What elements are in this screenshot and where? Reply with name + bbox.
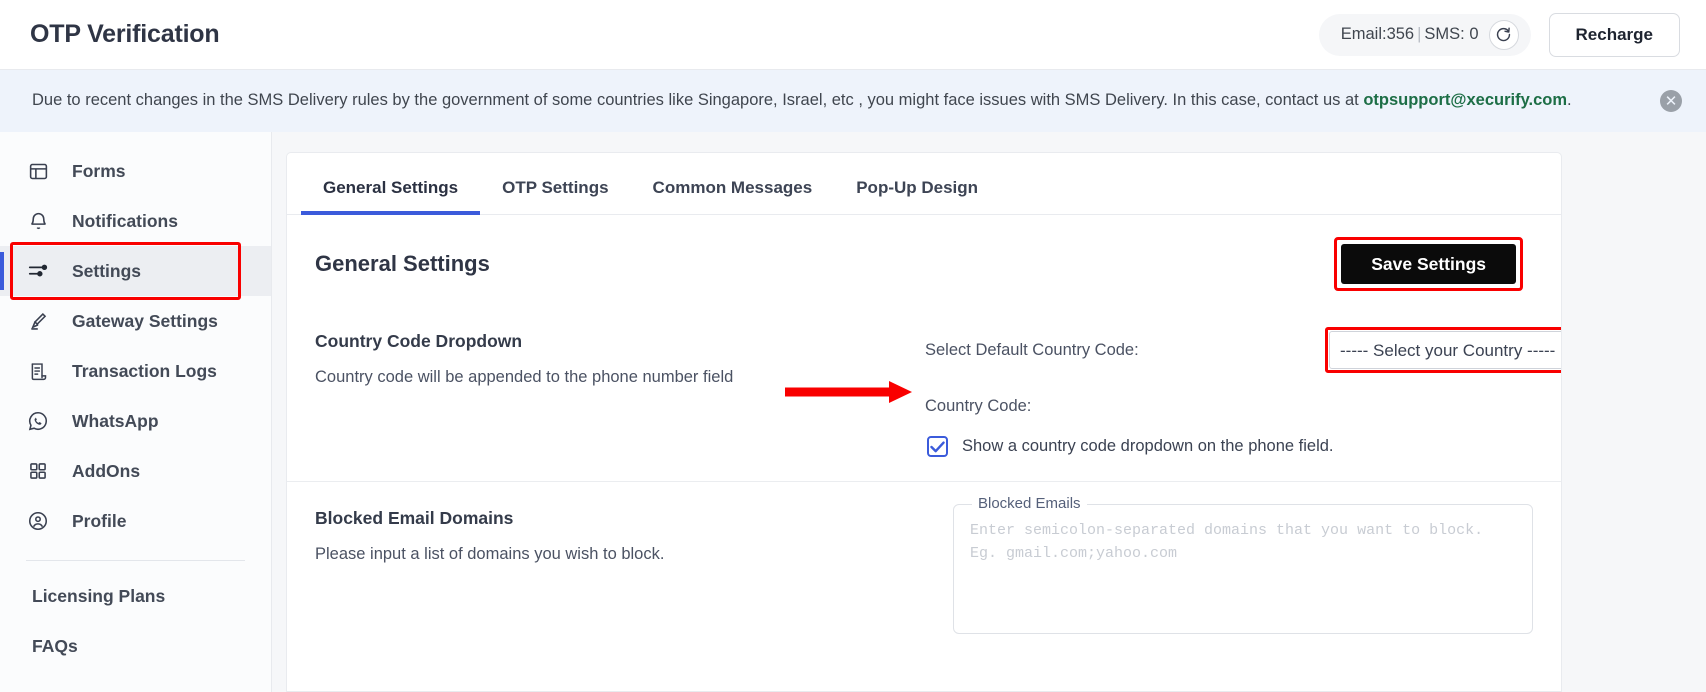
sidebar-item-label: Transaction Logs [72, 360, 217, 381]
country-select-highlight-box: ----- Select your Country ----- [1325, 327, 1561, 373]
sms-notice-banner: Due to recent changes in the SMS Deliver… [0, 70, 1706, 132]
tab-otp-settings[interactable]: OTP Settings [480, 178, 630, 214]
sidebar: Forms Notifications Settings Gateway Set… [0, 132, 272, 692]
default-country-code-label: Select Default Country Code: [925, 340, 1139, 359]
tab-label: Common Messages [652, 178, 813, 197]
country-code-value-field: Country Code: [925, 397, 1561, 416]
credits-pill: Email:356 | SMS: 0 [1318, 13, 1531, 56]
sidebar-item-faqs[interactable]: FAQs [0, 621, 271, 671]
grid-icon [26, 459, 50, 483]
sidebar-item-licensing-plans[interactable]: Licensing Plans [0, 571, 271, 621]
sidebar-item-label: Gateway Settings [72, 310, 218, 331]
blocked-domains-description-block: Blocked Email Domains Please input a lis… [315, 504, 925, 634]
country-code-section: Country Code Dropdown Country code will … [287, 313, 1561, 482]
save-settings-highlight-box: Save Settings [1334, 237, 1523, 291]
sidebar-divider [26, 560, 245, 561]
sidebar-item-forms[interactable]: Forms [0, 146, 271, 196]
show-country-dropdown-row: Show a country code dropdown on the phon… [785, 381, 1561, 457]
notice-text: Due to recent changes in the SMS Deliver… [32, 90, 1572, 111]
recharge-button[interactable]: Recharge [1548, 12, 1680, 57]
sidebar-item-label: Licensing Plans [32, 585, 166, 606]
sidebar-item-label: FAQs [32, 635, 78, 656]
default-country-code-field: Select Default Country Code: ----- Selec… [925, 327, 1561, 373]
show-country-dropdown-checkbox[interactable] [927, 436, 948, 457]
top-bar-right: Email:356 | SMS: 0 Recharge [1318, 12, 1680, 57]
support-email-link[interactable]: otpsupport@xecurify.com [1363, 91, 1567, 109]
sidebar-item-addons[interactable]: AddOns [0, 446, 271, 496]
top-bar: OTP Verification Email:356 | SMS: 0 Rechar… [0, 0, 1706, 70]
country-code-value-label: Country Code: [925, 397, 1032, 415]
sidebar-item-label: Profile [72, 510, 127, 531]
tab-label: OTP Settings [502, 178, 609, 197]
brush-icon [26, 309, 50, 333]
section-header: General Settings Save Settings [287, 215, 1561, 313]
sidebar-item-label: Forms [72, 160, 126, 181]
tab-general-settings[interactable]: General Settings [301, 178, 481, 215]
annotation-arrow-icon [785, 379, 913, 405]
blocked-domains-description: Please input a list of domains you wish … [315, 545, 665, 563]
blocked-email-domains-section: Blocked Email Domains Please input a lis… [287, 482, 1561, 634]
sidebar-item-whatsapp[interactable]: WhatsApp [0, 396, 271, 446]
sidebar-item-settings[interactable]: Settings [0, 242, 271, 300]
app-root: OTP Verification Email:356 | SMS: 0 Rechar… [0, 0, 1706, 692]
sms-credits: SMS: 0 [1424, 25, 1479, 43]
whatsapp-icon [26, 409, 50, 433]
tab-common-messages[interactable]: Common Messages [631, 178, 835, 214]
receipt-icon [26, 359, 50, 383]
notice-text-after: . [1567, 91, 1572, 110]
tab-label: Pop-Up Design [856, 178, 979, 197]
blocked-domains-title: Blocked Email Domains [315, 508, 514, 528]
sidebar-item-notifications[interactable]: Notifications [0, 196, 271, 246]
tab-popup-design[interactable]: Pop-Up Design [834, 178, 1000, 214]
show-country-dropdown-label: Show a country code dropdown on the phon… [962, 437, 1334, 455]
settings-card: General Settings OTP Settings Common Mes… [286, 152, 1562, 692]
bell-icon [26, 209, 50, 233]
country-code-title: Country Code Dropdown [315, 331, 523, 351]
main-content: General Settings OTP Settings Common Mes… [272, 132, 1706, 692]
country-code-controls: Select Default Country Code: ----- Selec… [785, 327, 1561, 457]
country-select[interactable]: ----- Select your Country ----- [1329, 331, 1561, 369]
email-credits: Email:356 [1340, 25, 1415, 43]
sidebar-item-label: AddOns [72, 460, 141, 481]
forms-icon [26, 159, 50, 183]
sliders-icon [26, 259, 50, 283]
page-title: OTP Verification [30, 20, 220, 48]
sidebar-item-label: Notifications [72, 210, 178, 231]
blocked-emails-fieldset[interactable]: Blocked Emails Enter semicolon-separated… [953, 495, 1533, 634]
sidebar-item-gateway-settings[interactable]: Gateway Settings [0, 296, 271, 346]
sidebar-item-label: Settings [72, 260, 142, 281]
settings-tabs: General Settings OTP Settings Common Mes… [287, 153, 1561, 215]
refresh-icon[interactable] [1488, 19, 1519, 50]
blocked-emails-placeholder: Enter semicolon-separated domains that y… [970, 522, 1484, 563]
sidebar-item-transaction-logs[interactable]: Transaction Logs [0, 346, 271, 396]
tab-label: General Settings [323, 178, 459, 197]
section-title: General Settings [315, 251, 490, 276]
credits-divider: | [1417, 25, 1422, 43]
sidebar-item-profile[interactable]: Profile [0, 496, 271, 546]
notice-text-before: Due to recent changes in the SMS Deliver… [32, 91, 1364, 110]
country-select-wrapper: ----- Select your Country ----- [1329, 331, 1561, 369]
save-settings-button[interactable]: Save Settings [1341, 244, 1516, 284]
sidebar-item-label: WhatsApp [72, 410, 159, 431]
user-circle-icon [26, 509, 50, 533]
credits-text: Email:356 | SMS: 0 [1341, 25, 1479, 44]
close-icon[interactable]: ✕ [1660, 90, 1682, 112]
blocked-emails-legend: Blocked Emails [972, 495, 1087, 512]
